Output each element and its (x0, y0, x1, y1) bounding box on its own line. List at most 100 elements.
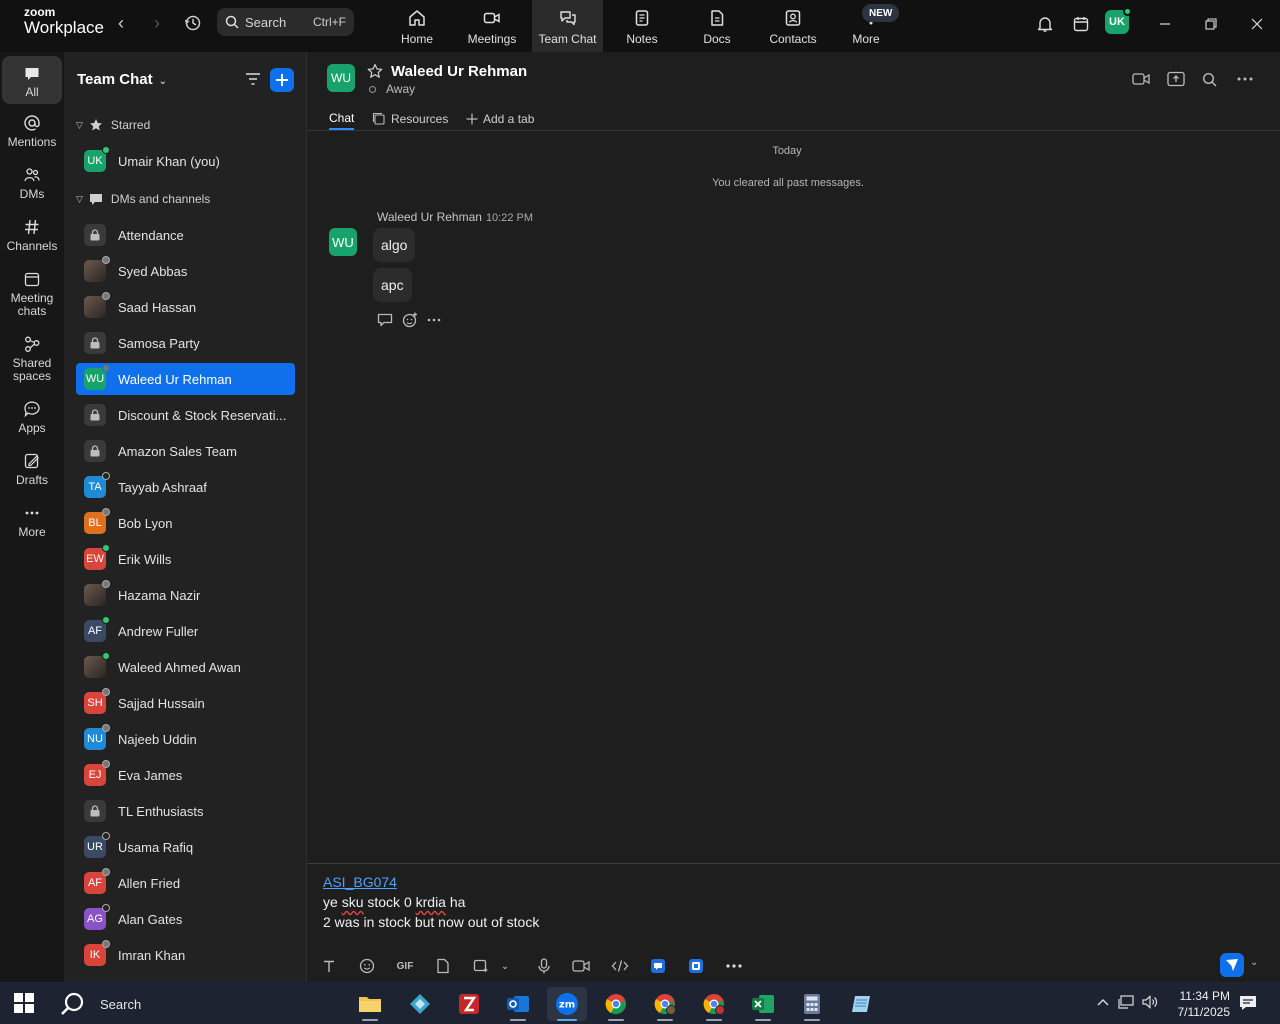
video-call-icon[interactable] (1130, 68, 1152, 90)
message-bubble[interactable]: apc (373, 268, 412, 302)
tab-add[interactable]: Add a tab (466, 108, 534, 130)
file-explorer-icon[interactable] (350, 987, 390, 1021)
send-button[interactable] (1220, 953, 1244, 977)
gif-button[interactable]: GIF (394, 955, 416, 977)
reply-icon[interactable] (376, 312, 394, 328)
send-options-chevron-icon[interactable]: ⌄ (1250, 957, 1258, 968)
add-reaction-icon[interactable] (401, 312, 419, 328)
tab-docs[interactable]: Docs (697, 0, 737, 52)
star-outline-icon[interactable] (367, 63, 383, 84)
network-icon[interactable] (1117, 993, 1135, 1011)
dm-list-item[interactable]: Syed Abbas (76, 255, 295, 287)
minimize-icon[interactable] (1153, 12, 1177, 36)
tab-resources[interactable]: Resources (372, 108, 448, 130)
chrome-icon[interactable] (596, 987, 636, 1021)
more-actions-icon[interactable] (425, 312, 443, 328)
history-icon[interactable] (182, 12, 204, 34)
forward-arrow-icon[interactable]: › (146, 12, 168, 34)
composer-line-2[interactable]: ye sku stock 0 krdia ha (323, 894, 465, 910)
tab-notes[interactable]: Notes (620, 0, 664, 52)
message-area[interactable]: Today You cleared all past messages. WU … (307, 131, 1280, 863)
video-message-icon[interactable] (570, 955, 592, 977)
volume-icon[interactable] (1141, 993, 1159, 1011)
dm-list-item[interactable]: UK Umair Khan (you) (76, 145, 295, 177)
back-arrow-icon[interactable]: ‹ (110, 12, 132, 34)
zoom-app-icon[interactable] (685, 955, 707, 977)
zoom-taskbar-icon[interactable]: zm (547, 987, 587, 1021)
contact-avatar[interactable]: WU (327, 64, 355, 92)
bell-icon[interactable] (1033, 12, 1057, 36)
composer-line-link[interactable]: ASI_BG074 (323, 874, 397, 890)
new-chat-button[interactable] (270, 68, 294, 92)
screenshot-icon[interactable] (470, 955, 492, 977)
code-snippet-icon[interactable] (609, 955, 631, 977)
rail-item-mentions[interactable]: Mentions (2, 114, 62, 149)
chrome-profile-icon[interactable] (694, 987, 734, 1021)
rail-item-drafts[interactable]: Drafts (2, 452, 62, 487)
microphone-icon[interactable] (533, 955, 555, 977)
tab-chat[interactable]: Chat (329, 108, 355, 130)
share-screen-icon[interactable] (1165, 68, 1187, 90)
panel-title[interactable]: Team Chat ⌄ (77, 71, 167, 88)
message-avatar[interactable]: WU (329, 228, 357, 256)
section-starred[interactable]: ▽ Starred (76, 115, 150, 135)
file-icon[interactable] (432, 955, 454, 977)
excel-icon[interactable] (743, 987, 783, 1021)
filezilla-icon[interactable] (449, 987, 489, 1021)
tab-meetings[interactable]: Meetings (462, 0, 522, 52)
calendar-icon[interactable] (1069, 12, 1093, 36)
contact-name[interactable]: Waleed Ur Rehman (391, 63, 527, 80)
dm-list-item[interactable]: NU Najeeb Uddin (76, 723, 295, 755)
dm-list-item[interactable]: EW Erik Wills (76, 543, 295, 575)
user-avatar[interactable]: UK (1105, 7, 1132, 34)
windows-start-icon[interactable] (14, 993, 34, 1018)
dm-list-item[interactable]: Hazama Nazir (76, 579, 295, 611)
dm-list-item[interactable]: WU Waleed Ur Rehman (76, 363, 295, 395)
section-dms-channels[interactable]: ▽ DMs and channels (76, 189, 210, 209)
dm-list-item[interactable]: Saad Hassan (76, 291, 295, 323)
notepad-icon[interactable] (841, 987, 881, 1021)
rail-item-shared-spaces[interactable]: Shared spaces (2, 335, 62, 383)
channel-list-item[interactable]: Amazon Sales Team (76, 435, 295, 467)
dm-list-item[interactable]: AG Alan Gates (76, 903, 295, 935)
rail-item-apps[interactable]: Apps (2, 400, 62, 435)
composer-line-3[interactable]: 2 was in stock but now out of stock (323, 914, 539, 930)
dm-list-item[interactable]: AF Allen Fried (76, 867, 295, 899)
rail-item-meeting-chats[interactable]: Meeting chats (2, 270, 62, 318)
rail-item-channels[interactable]: Channels (2, 218, 62, 253)
chevron-down-icon[interactable]: ⌄ (494, 955, 516, 977)
channel-list-item[interactable]: Discount & Stock Reservati... (76, 399, 295, 431)
app-shortcut-icon[interactable] (647, 955, 669, 977)
chrome-profile-icon[interactable] (645, 987, 685, 1021)
message-bubble[interactable]: algo (373, 228, 416, 262)
calculator-icon[interactable] (792, 987, 832, 1021)
channel-list-item[interactable]: TL Enthusiasts (76, 795, 295, 827)
dm-list-item[interactable]: TA Tayyab Ashraaf (76, 471, 295, 503)
notification-center-icon[interactable] (1238, 993, 1258, 1013)
taskbar-search[interactable]: Search (60, 991, 141, 1017)
rail-item-all[interactable]: All (2, 56, 62, 104)
more-tools-icon[interactable] (723, 955, 745, 977)
message-composer[interactable]: ASI_BG074 ye sku stock 0 krdia ha 2 was … (307, 863, 1280, 982)
taskbar-clock[interactable]: 11:34 PM 7/11/2025 (1160, 988, 1231, 1020)
dm-list-item[interactable]: EJ Eva James (76, 759, 295, 791)
channel-list-item[interactable]: Samosa Party (76, 327, 295, 359)
dm-list-item[interactable]: IK Imran Khan (76, 939, 295, 971)
channel-list-item[interactable]: Attendance (76, 219, 295, 251)
tab-home[interactable]: Home (392, 0, 442, 52)
more-options-icon[interactable] (1234, 68, 1256, 90)
dm-list-item[interactable]: SH Sajjad Hussain (76, 687, 295, 719)
message-sender-name[interactable]: Waleed Ur Rehman (377, 210, 482, 224)
dm-list-item[interactable]: UR Usama Rafiq (76, 831, 295, 863)
emoji-icon[interactable] (356, 955, 378, 977)
dm-list-item[interactable]: BL Bob Lyon (76, 507, 295, 539)
restore-icon[interactable] (1199, 12, 1223, 36)
tray-chevron-up-icon[interactable] (1094, 993, 1112, 1011)
app-icon-teal[interactable] (400, 987, 440, 1021)
filter-icon[interactable] (243, 69, 263, 89)
tab-team-chat[interactable]: Team Chat (532, 0, 603, 52)
rail-item-more[interactable]: More (2, 504, 62, 539)
rail-item-dms[interactable]: DMs (2, 166, 62, 201)
search-bar[interactable]: Search Ctrl+F (217, 8, 354, 36)
close-icon[interactable] (1245, 12, 1269, 36)
